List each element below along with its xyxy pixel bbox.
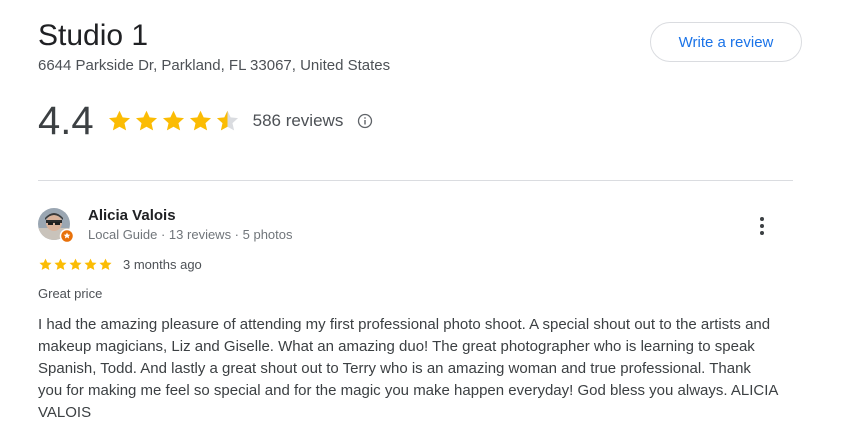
- star-icon: [54, 258, 67, 270]
- review-stars: [38, 257, 113, 272]
- review-time: 3 months ago: [123, 257, 202, 272]
- review-text: I had the amazing pleasure of attending …: [38, 316, 778, 421]
- place-address: 6644 Parkside Dr, Parkland, FL 33067, Un…: [38, 57, 391, 74]
- star-icon: [189, 110, 211, 131]
- reviewer-name[interactable]: Alicia Valois: [88, 207, 176, 224]
- rating-stars: [106, 108, 241, 134]
- star-icon: [39, 258, 52, 270]
- reviewer-meta: Local Guide · 13 reviews · 5 photos: [88, 227, 293, 242]
- rating-summary: 4.4 586 reviews: [38, 96, 373, 146]
- rating-value: 4.4: [38, 99, 94, 143]
- place-title: Studio 1: [38, 19, 149, 52]
- star-icon: [108, 110, 130, 131]
- star-icon: [99, 258, 112, 270]
- review-tag: Great price: [38, 286, 103, 301]
- avatar[interactable]: [38, 208, 75, 244]
- star-icon: [69, 258, 82, 270]
- write-review-button[interactable]: Write a review: [650, 22, 802, 62]
- more-options-icon[interactable]: [750, 214, 774, 238]
- divider: [38, 180, 793, 181]
- half-star-icon: [216, 110, 238, 131]
- star-icon: [135, 110, 157, 131]
- info-icon[interactable]: [357, 113, 373, 129]
- star-icon: [162, 110, 184, 131]
- star-icon: [84, 258, 97, 270]
- review-count[interactable]: 586 reviews: [253, 111, 344, 131]
